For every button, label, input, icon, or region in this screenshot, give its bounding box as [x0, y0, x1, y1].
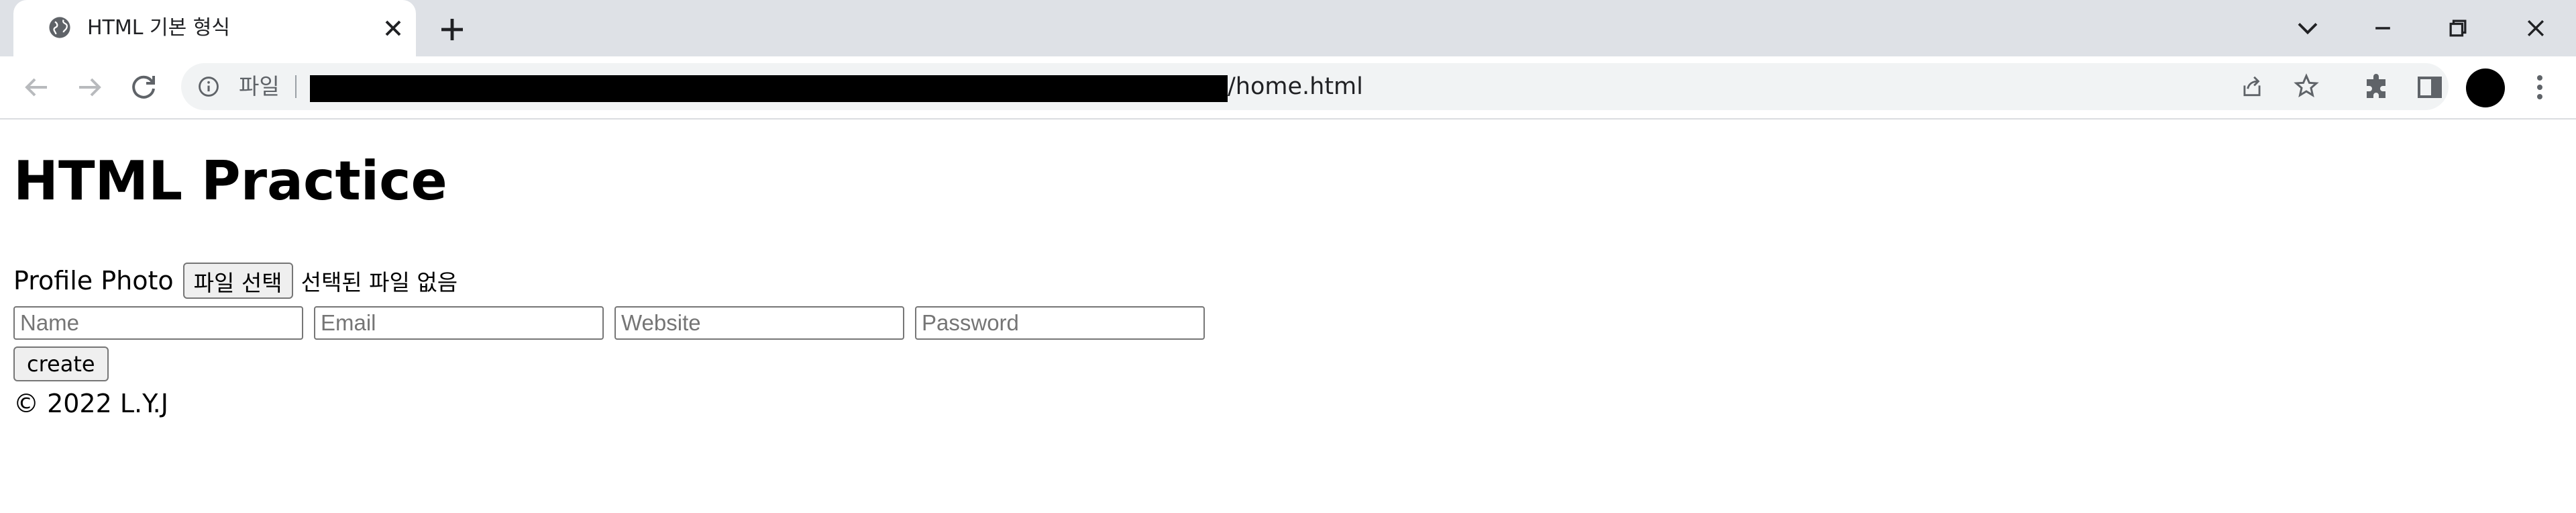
- website-input[interactable]: [614, 306, 904, 340]
- file-status-text: 선택된 파일 없음: [301, 269, 458, 295]
- forward-arrow-icon[interactable]: [74, 71, 106, 103]
- reload-icon[interactable]: [127, 71, 160, 103]
- more-menu-icon[interactable]: [2524, 71, 2556, 103]
- site-info-icon[interactable]: [197, 75, 220, 98]
- back-arrow-icon[interactable]: [20, 71, 52, 103]
- side-panel-icon[interactable]: [2414, 71, 2446, 103]
- footer-copyright: © 2022 L.Y.J: [13, 389, 168, 418]
- extensions-puzzle-icon[interactable]: [2360, 71, 2392, 103]
- new-tab-icon[interactable]: [436, 13, 468, 46]
- tab-strip: HTML 기본 형식: [0, 0, 2576, 56]
- tab-title: HTML 기본 형식: [87, 16, 230, 40]
- restore-icon[interactable]: [2439, 11, 2477, 46]
- bookmark-star-icon[interactable]: [2293, 73, 2320, 99]
- profile-avatar[interactable]: [2466, 68, 2505, 107]
- name-input[interactable]: [13, 306, 303, 340]
- scheme-label: 파일: [239, 73, 280, 99]
- omnibox-separator: [295, 75, 297, 98]
- toolbar: 파일 /home.html: [0, 56, 2576, 120]
- browser-chrome: HTML 기본 형식 파일 /home.html: [0, 0, 2576, 121]
- page-content: HTML Practice Profile Photo 파일 선택 선택된 파일…: [0, 120, 2576, 513]
- share-icon[interactable]: [2239, 74, 2265, 99]
- tab-active[interactable]: HTML 기본 형식: [13, 0, 416, 56]
- redacted-path: [310, 75, 1228, 102]
- address-bar[interactable]: 파일 /home.html: [181, 63, 2449, 110]
- password-input[interactable]: [915, 306, 1205, 340]
- globe-icon: [49, 17, 70, 38]
- email-input[interactable]: [314, 306, 604, 340]
- choose-file-button[interactable]: 파일 선택: [182, 263, 293, 299]
- tab-search-chevron-icon[interactable]: [2289, 11, 2326, 46]
- close-window-icon[interactable]: [2517, 11, 2555, 46]
- profile-photo-label: Profile Photo: [13, 266, 174, 295]
- create-button[interactable]: create: [13, 346, 109, 381]
- close-tab-icon[interactable]: [380, 15, 407, 42]
- minimize-icon[interactable]: [2364, 11, 2402, 46]
- form-inputs: [13, 306, 1205, 340]
- page-title: HTML Practice: [13, 150, 447, 212]
- profile-photo-row: Profile Photo 파일 선택 선택된 파일 없음: [13, 262, 458, 299]
- url-text: /home.html: [1228, 73, 1363, 100]
